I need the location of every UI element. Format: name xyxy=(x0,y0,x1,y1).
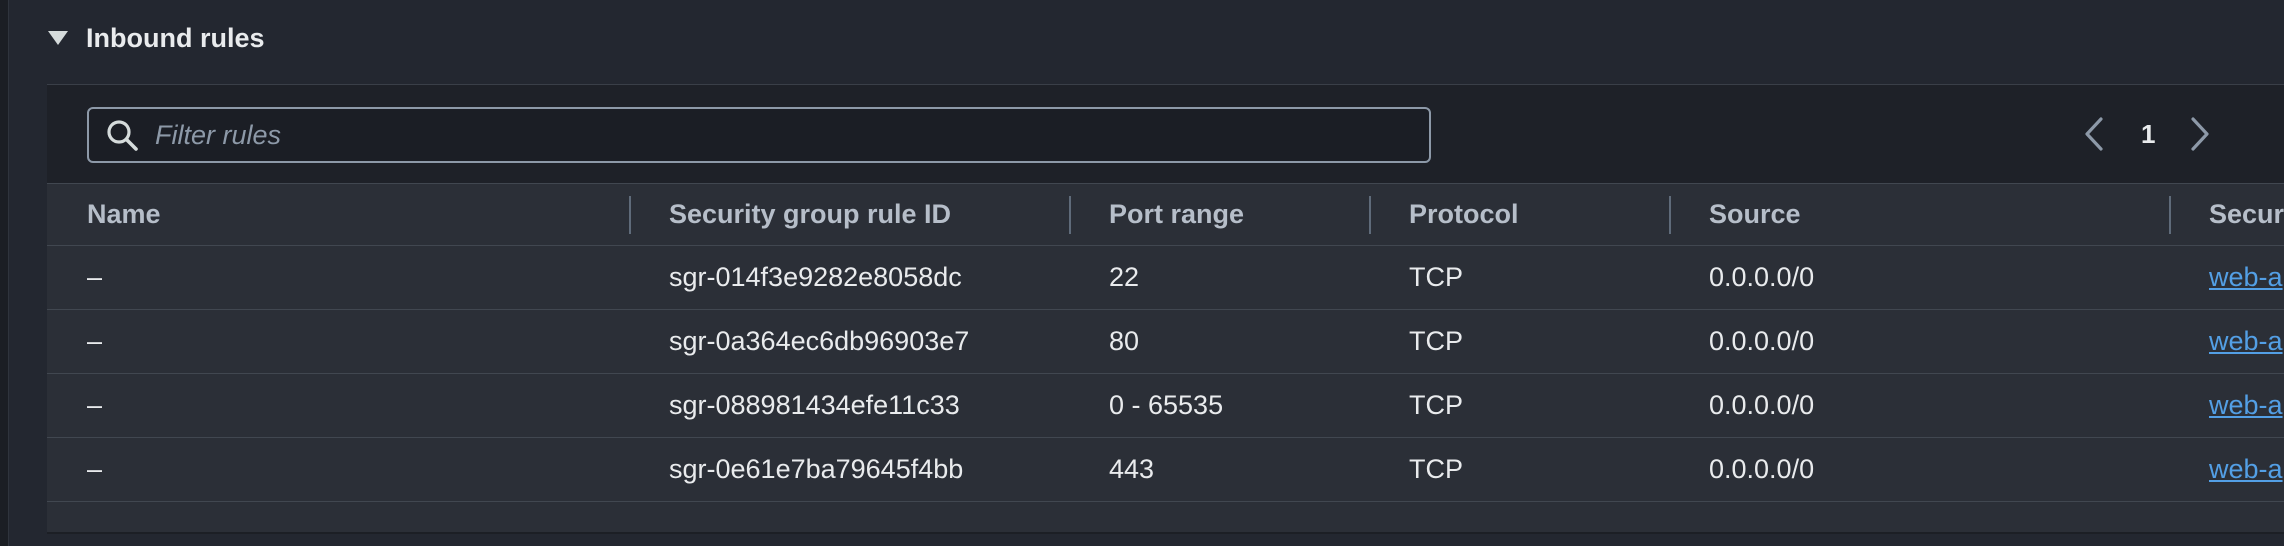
cell-protocol: TCP xyxy=(1409,262,1463,292)
column-divider[interactable] xyxy=(1069,196,1071,234)
table-row: – sgr-0a364ec6db96903e7 80 TCP 0.0.0.0/0… xyxy=(47,310,2284,374)
column-header-source[interactable]: Source xyxy=(1669,183,2169,246)
cell-security-group: web-a xyxy=(2169,310,2284,374)
cell-source: 0.0.0.0/0 xyxy=(1709,454,1815,484)
cell-name: – xyxy=(87,326,103,356)
cell-security-group: web-a xyxy=(2169,246,2284,310)
security-group-link[interactable]: web-a xyxy=(2209,454,2283,484)
cell-protocol: TCP xyxy=(1409,454,1463,484)
filter-rules-input[interactable] xyxy=(155,109,1429,161)
cell-port-range: 443 xyxy=(1109,454,1155,484)
security-group-link[interactable]: web-a xyxy=(2209,262,2283,292)
cell-security-group: web-a xyxy=(2169,438,2284,502)
filter-box[interactable] xyxy=(87,107,1431,163)
inbound-rules-table: Name Security group rule ID Port range P… xyxy=(47,183,2284,502)
cell-name: – xyxy=(87,262,103,292)
column-header-security-group[interactable]: Secur xyxy=(2169,183,2284,246)
inbound-rules-toggle[interactable]: Inbound rules xyxy=(48,18,265,58)
column-divider[interactable] xyxy=(2169,196,2171,234)
column-divider[interactable] xyxy=(1369,196,1371,234)
cell-name: – xyxy=(87,390,103,420)
cell-port-range: 80 xyxy=(1109,326,1140,356)
column-header-name[interactable]: Name xyxy=(47,183,629,246)
cell-rule-id: sgr-0e61e7ba79645f4bb xyxy=(669,454,964,484)
pagination: 1 xyxy=(2083,109,2211,159)
cell-rule-id: sgr-014f3e9282e8058dc xyxy=(669,262,962,292)
security-group-link[interactable]: web-a xyxy=(2209,326,2283,356)
table-row: – sgr-0e61e7ba79645f4bb 443 TCP 0.0.0.0/… xyxy=(47,438,2284,502)
cell-source: 0.0.0.0/0 xyxy=(1709,390,1815,420)
cell-protocol: TCP xyxy=(1409,390,1463,420)
caret-down-icon xyxy=(48,31,68,45)
column-divider[interactable] xyxy=(1669,196,1671,234)
column-header-protocol[interactable]: Protocol xyxy=(1369,183,1669,246)
cell-name: – xyxy=(87,454,103,484)
cell-port-range: 0 - 65535 xyxy=(1109,390,1224,420)
table-row: – sgr-014f3e9282e8058dc 22 TCP 0.0.0.0/0… xyxy=(47,246,2284,310)
column-header-port-range[interactable]: Port range xyxy=(1069,183,1369,246)
inbound-rules-panel: 1 Name Security group rule ID Port range… xyxy=(47,84,2284,534)
cell-security-group: web-a xyxy=(2169,374,2284,438)
column-divider[interactable] xyxy=(629,196,631,234)
cell-rule-id: sgr-0a364ec6db96903e7 xyxy=(669,326,970,356)
cell-port-range: 22 xyxy=(1109,262,1140,292)
page-number[interactable]: 1 xyxy=(2141,119,2155,150)
column-header-rule-id[interactable]: Security group rule ID xyxy=(629,183,1069,246)
chevron-right-icon[interactable] xyxy=(2189,115,2211,153)
chevron-left-icon[interactable] xyxy=(2083,115,2105,153)
security-group-link[interactable]: web-a xyxy=(2209,390,2283,420)
cell-protocol: TCP xyxy=(1409,326,1463,356)
left-border xyxy=(0,0,9,546)
cell-source: 0.0.0.0/0 xyxy=(1709,262,1815,292)
cell-source: 0.0.0.0/0 xyxy=(1709,326,1815,356)
table-toolbar: 1 xyxy=(47,85,2284,183)
section-title: Inbound rules xyxy=(86,22,265,53)
cell-rule-id: sgr-088981434efe11c33 xyxy=(669,390,960,420)
search-icon xyxy=(107,120,138,151)
table-row: – sgr-088981434efe11c33 0 - 65535 TCP 0.… xyxy=(47,374,2284,438)
table-header-row: Name Security group rule ID Port range P… xyxy=(47,183,2284,246)
